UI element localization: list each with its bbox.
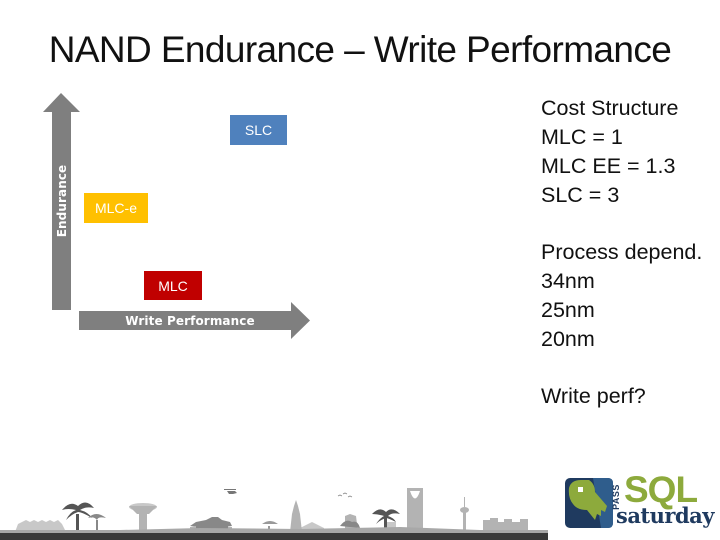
process-line: 20nm (541, 327, 595, 351)
write-performance-axis-label: Write Performance (125, 314, 255, 328)
endurance-axis-label: Endurance (55, 164, 69, 238)
mlc-e-label: MLC-e (94, 200, 137, 216)
birds-icon (337, 492, 353, 498)
cost-structure-block: Cost Structure MLC = 1 MLC EE = 1.3 SLC … (541, 94, 678, 210)
process-block: Process depend. 34nm 25nm 20nm (541, 238, 702, 354)
cost-line: SLC = 3 (541, 183, 620, 207)
write-perf-question: Write perf? (541, 384, 646, 408)
slide-title: NAND Endurance – Write Performance (48, 29, 672, 70)
mlc-e-box: MLC-e (84, 193, 148, 223)
helicopter-icon (224, 489, 237, 494)
skyline-ground-dark (0, 533, 548, 540)
mlc-label: MLC (158, 277, 188, 294)
process-line: 34nm (541, 269, 595, 293)
skyline-mid-buildings (129, 488, 528, 532)
city-skyline-banner (0, 488, 548, 540)
slc-label: SLC (244, 122, 273, 138)
cost-line: MLC EE = 1.3 (541, 154, 676, 178)
mlc-box: MLC (144, 271, 202, 300)
slc-box: SLC (230, 115, 287, 145)
cost-structure-heading: Cost Structure (541, 96, 679, 120)
cost-line: MLC = 1 (541, 125, 623, 149)
process-heading: Process depend. (541, 240, 703, 264)
saturday-label: saturday (616, 503, 714, 528)
process-line: 25nm (541, 298, 595, 322)
